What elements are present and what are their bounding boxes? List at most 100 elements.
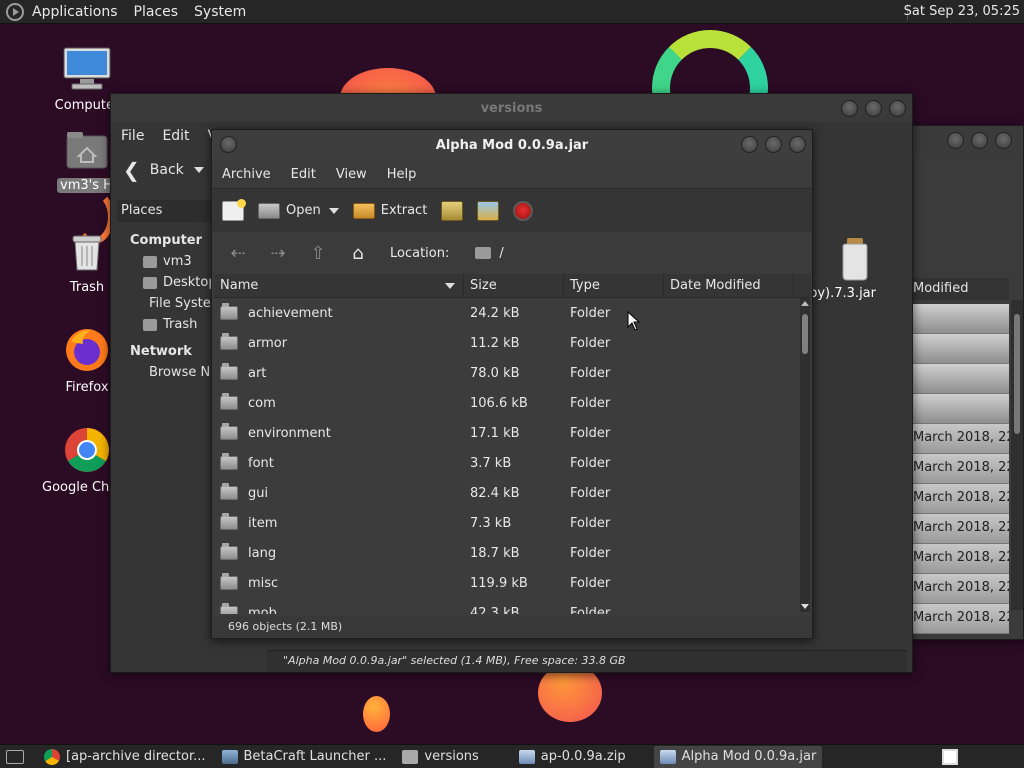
minimize-button[interactable]: [841, 100, 858, 117]
distro-logo-icon[interactable]: [6, 2, 24, 21]
scrollbar[interactable]: [1011, 300, 1023, 610]
sidebar-item-trash[interactable]: Trash: [117, 314, 217, 335]
list-item[interactable]: March 2018, 22:...: [913, 514, 1009, 544]
table-row[interactable]: misc 119.9 kB Folder: [214, 568, 811, 598]
column-header-date[interactable]: Date Modified: [664, 274, 794, 297]
table-row[interactable]: mob 42.3 kB Folder: [214, 598, 811, 614]
add-files-button[interactable]: [441, 200, 464, 221]
extract-button[interactable]: Extract: [352, 202, 427, 219]
archive-manager-window[interactable]: Alpha Mod 0.0.9a.jar Archive Edit View H…: [211, 129, 813, 639]
menu-applications[interactable]: Applications: [32, 4, 118, 20]
column-header-size[interactable]: Size: [464, 274, 564, 297]
column-header-modified[interactable]: Modified: [913, 278, 1009, 300]
maximize-button[interactable]: [865, 100, 882, 117]
window-titlebar[interactable]: [913, 126, 1023, 154]
taskbar-item[interactable]: versions: [396, 746, 484, 768]
menu-archive[interactable]: Archive: [222, 167, 271, 182]
close-button[interactable]: [789, 136, 806, 153]
add-folder-button[interactable]: [477, 200, 500, 221]
list-item[interactable]: [913, 334, 1009, 364]
list-item[interactable]: March 2018, 22:...: [913, 574, 1009, 604]
minimize-button[interactable]: [947, 132, 964, 149]
scrollbar[interactable]: [800, 298, 810, 612]
menu-file[interactable]: File: [121, 128, 144, 144]
type-cell: Folder: [570, 335, 611, 351]
workspace-switcher-icon[interactable]: [942, 749, 958, 765]
list-item[interactable]: March 2018, 22:...: [913, 454, 1009, 484]
scrollbar-thumb[interactable]: [1014, 314, 1020, 434]
back-button[interactable]: Back: [150, 162, 184, 178]
type-cell: Folder: [570, 395, 611, 411]
table-row[interactable]: art 78.0 kB Folder: [214, 358, 811, 388]
table-row[interactable]: lang 18.7 kB Folder: [214, 538, 811, 568]
sidebar-item-browse-network[interactable]: Browse Network: [117, 362, 255, 383]
type-cell: Folder: [570, 305, 611, 321]
list-item[interactable]: [913, 304, 1009, 334]
table-row[interactable]: armor 11.2 kB Folder: [214, 328, 811, 358]
size-cell: 11.2 kB: [470, 335, 520, 351]
menu-edit[interactable]: Edit: [162, 128, 189, 144]
menu-system[interactable]: System: [194, 4, 246, 20]
list-item[interactable]: March 2018, 22:...: [913, 604, 1009, 634]
window-menu-button[interactable]: [220, 136, 237, 153]
folder-icon: [220, 393, 238, 410]
scrollbar-thumb[interactable]: [802, 314, 808, 354]
sidebar-item-vm3[interactable]: vm3: [117, 251, 217, 272]
background-file-window[interactable]: Modified March 2018, 22:... March 2018, …: [912, 125, 1024, 640]
window-titlebar[interactable]: versions: [111, 94, 912, 122]
sidebar-item-file-system[interactable]: File System: [117, 293, 223, 314]
list-item[interactable]: [913, 364, 1009, 394]
maximize-button[interactable]: [971, 132, 988, 149]
open-button[interactable]: Open: [258, 202, 321, 219]
table-row[interactable]: font 3.7 kB Folder: [214, 448, 811, 478]
places-header[interactable]: Places: [117, 200, 217, 222]
type-cell: Folder: [570, 545, 611, 561]
maximize-button[interactable]: [765, 136, 782, 153]
table-row[interactable]: item 7.3 kB Folder: [214, 508, 811, 538]
forward-arrow-icon[interactable]: ⇢: [264, 239, 292, 267]
menu-places[interactable]: Places: [134, 4, 179, 20]
taskbar-item-active[interactable]: Alpha Mod 0.0.9a.jar: [653, 745, 823, 768]
scroll-up-arrow-icon[interactable]: [801, 301, 809, 306]
open-dropdown-button[interactable]: [328, 207, 339, 214]
menu-edit[interactable]: Edit: [291, 167, 316, 182]
column-header-type[interactable]: Type: [564, 274, 664, 297]
taskbar-item[interactable]: [ap-archive director...: [38, 746, 212, 768]
list-item[interactable]: March 2018, 22:...: [913, 484, 1009, 514]
scroll-down-arrow-icon[interactable]: [801, 604, 809, 609]
table-row[interactable]: gui 82.4 kB Folder: [214, 478, 811, 508]
list-item[interactable]: March 2018, 22:...: [913, 544, 1009, 574]
table-row[interactable]: com 106.6 kB Folder: [214, 388, 811, 418]
column-header-name[interactable]: Name: [214, 274, 464, 297]
menu-view[interactable]: View: [336, 167, 367, 182]
window-titlebar[interactable]: Alpha Mod 0.0.9a.jar: [212, 130, 812, 160]
menu-help[interactable]: Help: [387, 167, 417, 182]
location-field[interactable]: /: [499, 246, 503, 261]
home-icon[interactable]: ⌂: [344, 239, 372, 267]
close-button[interactable]: [889, 100, 906, 117]
size-cell: 42.3 kB: [470, 605, 520, 615]
chevron-down-icon[interactable]: [193, 167, 204, 173]
table-row[interactable]: achievement 24.2 kB Folder: [214, 298, 811, 328]
back-arrow-icon[interactable]: ⇠: [224, 239, 252, 267]
sidebar-item-desktop[interactable]: Desktop: [117, 272, 217, 293]
list-item[interactable]: March 2018, 22:...: [913, 424, 1009, 454]
taskbar-item[interactable]: ap-0.0.9a.zip: [513, 746, 632, 768]
size-cell: 3.7 kB: [470, 455, 512, 471]
list-item[interactable]: [913, 394, 1009, 424]
up-arrow-icon[interactable]: ⇧: [304, 239, 332, 267]
table-row[interactable]: environment 17.1 kB Folder: [214, 418, 811, 448]
type-cell: Folder: [570, 425, 611, 441]
minimize-button[interactable]: [741, 136, 758, 153]
show-desktop-icon[interactable]: [6, 749, 24, 764]
add-files-icon: [441, 200, 464, 221]
clock[interactable]: Sat Sep 23, 05:25: [904, 4, 1020, 19]
close-button[interactable]: [995, 132, 1012, 149]
new-archive-button[interactable]: [222, 198, 246, 221]
file-name: font: [248, 455, 274, 471]
size-cell: 7.3 kB: [470, 515, 512, 531]
taskbar-item-label: versions: [424, 749, 479, 764]
taskbar-item[interactable]: BetaCraft Launcher ...: [216, 746, 393, 768]
stop-button[interactable]: [513, 200, 534, 221]
window-title: Alpha Mod 0.0.9a.jar: [435, 137, 589, 153]
